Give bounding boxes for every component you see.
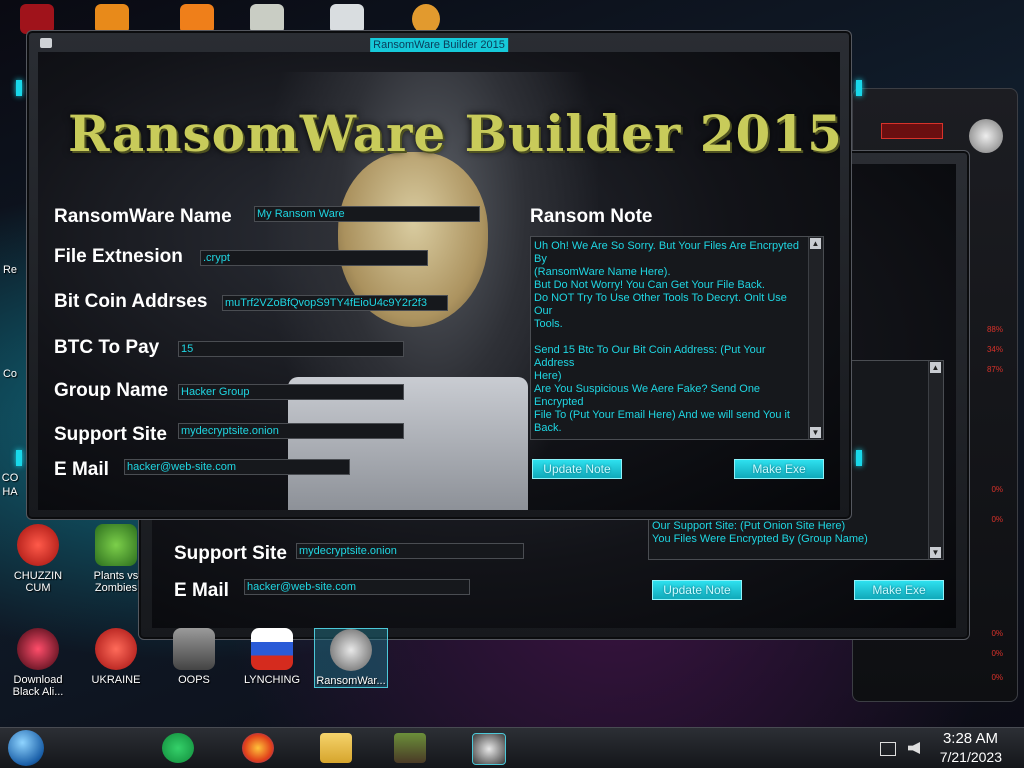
note-line: Our Support Site: (Put Onion Site Here)	[652, 520, 846, 532]
scroll-up-icon[interactable]: ▲	[810, 238, 821, 249]
back-update-note-button[interactable]: Update Note	[652, 580, 742, 600]
desktop-icon-chuzzin[interactable]: CHUZZIN CUM	[2, 524, 74, 594]
ransomware-taskbar-icon[interactable]	[472, 733, 506, 765]
note-line	[534, 435, 801, 439]
plant-icon	[95, 524, 137, 566]
frame-led	[856, 80, 862, 96]
desktop-icon-oops[interactable]: OOPS	[158, 628, 230, 686]
ransom-note-box[interactable]: Uh Oh! We Are So Sorry. But Your Files A…	[530, 236, 824, 440]
desktop-icon-label: RansomWar...	[316, 675, 386, 687]
desktop-icon-label: LYNCHING	[243, 674, 301, 686]
network-icon[interactable]	[880, 742, 896, 756]
note-line: You Files Were Encrypted By (Group Name)	[652, 533, 868, 545]
volume-icon[interactable]	[908, 742, 920, 754]
file-extension-field[interactable]: .crypt	[200, 250, 428, 266]
note-line: Do NOT Try To Use Other Tools To Decryt.…	[534, 292, 787, 317]
btc-to-pay-label: BTC To Pay	[54, 337, 160, 358]
note-line	[534, 331, 801, 344]
desktop-icon-ransomware[interactable]: RansomWar...	[314, 628, 388, 688]
ransomware-name-field[interactable]: My Ransom Ware	[254, 206, 480, 222]
bitcoin-address-field[interactable]: muTrf2VZoBfQvopS9TY4fEioU4c9Y2r2f3	[222, 295, 448, 311]
window-app-icon	[40, 38, 52, 48]
support-site-label: Support Site	[54, 424, 167, 445]
desktop-icon-lynching[interactable]: LYNCHING	[236, 628, 308, 686]
firefox-icon[interactable]	[242, 733, 274, 763]
alien-icon	[969, 119, 1003, 153]
make-exe-button[interactable]: Make Exe	[734, 459, 824, 479]
scroll-down-icon[interactable]: ▼	[930, 547, 941, 558]
desktop-icon-black-alien[interactable]: Download Black Ali...	[2, 628, 74, 698]
scroll-down-icon[interactable]: ▼	[810, 427, 821, 438]
desktop-icon-label: CHUZZIN CUM	[13, 570, 63, 594]
taskbar-clock-date[interactable]: 7/21/2023	[940, 749, 1002, 765]
gadget-red-badge	[881, 123, 943, 139]
note-line: Here)	[534, 370, 562, 382]
desktop-icon-label: Download Black Ali...	[12, 674, 64, 698]
ransomware-name-label: RansomWare Name	[54, 206, 232, 227]
red-creature-icon	[17, 524, 59, 566]
skull-icon	[330, 629, 372, 671]
back-note-scrollbar[interactable]: ▲ ▼	[928, 361, 943, 559]
ransom-note-label: Ransom Note	[530, 206, 653, 227]
scroll-up-icon[interactable]: ▲	[930, 362, 941, 373]
radiation-icon	[95, 628, 137, 670]
desktop-icon-label: Plants vs Zombies	[93, 570, 139, 594]
window-title: RansomWare Builder 2015	[370, 38, 508, 52]
desktop-icon-label: UKRAINE	[91, 674, 141, 686]
email-label: E Mail	[54, 459, 109, 480]
group-name-label: Group Name	[54, 380, 169, 401]
gadget-row: 0%	[991, 673, 1003, 682]
start-orb-button[interactable]	[8, 730, 44, 766]
red-orb-icon	[17, 628, 59, 670]
note-line: Back.	[534, 422, 562, 434]
app-banner-title: RansomWare Builder 2015	[68, 104, 840, 163]
note-line: File To (Put Your Email Here) And we wil…	[534, 409, 790, 421]
btc-to-pay-field[interactable]: 15	[178, 341, 404, 357]
update-note-button[interactable]: Update Note	[532, 459, 622, 479]
ransom-note-scrollbar[interactable]: ▲ ▼	[808, 237, 823, 439]
main-window-content: RansomWare Builder 2015 RansomWare Name …	[38, 52, 840, 510]
sign-icon	[173, 628, 215, 670]
support-site-field[interactable]: mydecryptsite.onion	[178, 423, 404, 439]
taskbar: 3:28 AM 7/21/2023	[0, 727, 1024, 768]
note-line: (RansomWare Name Here).	[534, 266, 671, 278]
note-line: Tools.	[534, 318, 563, 330]
bitcoin-address-label: Bit Coin Addrses	[54, 291, 208, 312]
note-line: Are You Suspicious We Aere Fake? Send On…	[534, 383, 761, 408]
email-field[interactable]: hacker@web-site.com	[124, 459, 350, 475]
desktop-icon-label: OOPS	[178, 674, 210, 686]
gadget-row: 0%	[991, 649, 1003, 658]
note-line: Send 15 Btc To Our Bit Coin Address: (Pu…	[534, 344, 766, 369]
flag-icon	[251, 628, 293, 670]
frame-led	[16, 450, 22, 466]
file-explorer-icon[interactable]	[320, 733, 352, 763]
note-line: But Do Not Worry! You Can Get Your File …	[534, 279, 765, 291]
back-support-field[interactable]: mydecryptsite.onion	[296, 543, 524, 559]
group-name-field[interactable]: Hacker Group	[178, 384, 404, 400]
main-window[interactable]: RansomWare Builder 2015 RansomWare Build…	[16, 30, 862, 520]
minecraft-taskbar-icon[interactable]	[394, 733, 426, 763]
back-make-exe-button[interactable]: Make Exe	[854, 580, 944, 600]
taskbar-clock-time[interactable]: 3:28 AM	[943, 730, 998, 747]
notes-app-icon[interactable]	[162, 733, 194, 763]
frame-led	[16, 80, 22, 96]
back-email-label: E Mail	[174, 580, 229, 601]
desktop-icon-plants[interactable]: Plants vs Zombies	[80, 524, 152, 594]
back-support-label: Support Site	[174, 543, 287, 564]
note-line: Uh Oh! We Are So Sorry. But Your Files A…	[534, 240, 799, 265]
frame-led	[856, 450, 862, 466]
back-email-field[interactable]: hacker@web-site.com	[244, 579, 470, 595]
file-extension-label: File Extnesion	[54, 246, 183, 267]
desktop-icon-ukraine[interactable]: UKRAINE	[80, 628, 152, 686]
